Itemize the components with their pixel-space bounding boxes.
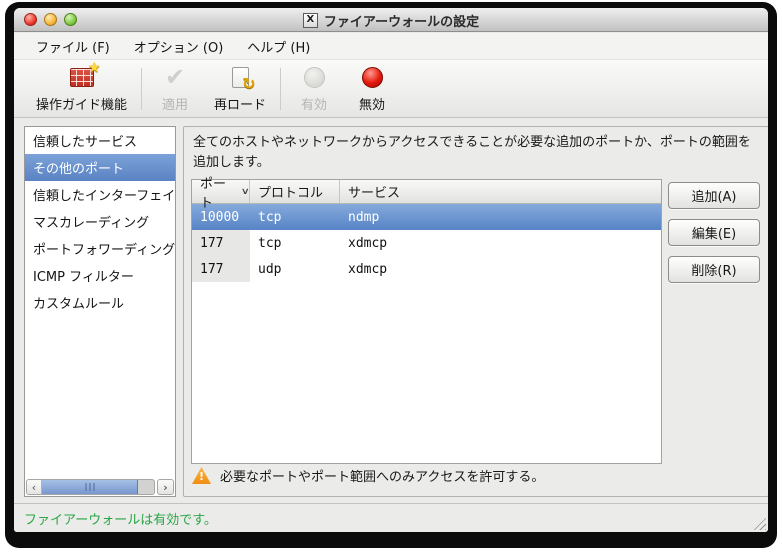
scrollbar-track[interactable]: ‹ (26, 479, 155, 495)
sidebar-item-masquerading[interactable]: マスカレーディング (25, 208, 175, 235)
toolbar: ★ 操作ガイド機能 ✔ 適用 ↻ 再ロード 有効 無効 (14, 59, 768, 118)
toolbar-separator (280, 68, 281, 110)
sort-desc-icon: ∨ (241, 187, 250, 197)
column-header-protocol[interactable]: プロトコル (250, 180, 340, 203)
panel-description: 全てのホストやネットワークからアクセスできることが必要な追加のポートか、ポートの… (193, 133, 760, 173)
menu-options[interactable]: オプション (O) (122, 33, 236, 59)
apply-check-icon: ✔ (165, 64, 185, 90)
warning-icon (192, 467, 211, 484)
table-header: ポート ∨ プロトコル サービス (192, 180, 661, 204)
thumb-grip-icon (85, 483, 94, 491)
table-row[interactable]: 10000 tcp ndmp (192, 204, 661, 230)
toolbar-separator (141, 68, 142, 110)
x11-app-icon: X (303, 13, 318, 28)
scrollbar-thumb[interactable] (42, 480, 138, 494)
scroll-left-arrow-icon[interactable]: ‹ (27, 480, 42, 494)
star-icon: ★ (88, 60, 101, 76)
action-buttons: 追加(A) 編集(E) 削除(R) (668, 182, 760, 293)
firewall-status-text: ファイアーウォールは有効です。 (24, 509, 217, 528)
warning-text: 必要なポートやポート範囲へのみアクセスを許可する。 (220, 466, 544, 485)
firewall-wizard-icon: ★ (70, 64, 94, 90)
menu-file[interactable]: ファイル (F) (24, 33, 122, 59)
toolbar-disable-button[interactable]: 無効 (343, 64, 401, 113)
sidebar-item-port-forwarding[interactable]: ポートフォワーディング (25, 235, 175, 262)
warning-row: 必要なポートやポート範囲へのみアクセスを許可する。 (192, 466, 544, 485)
toolbar-enable-button[interactable]: 有効 (285, 64, 343, 113)
sidebar-horizontal-scrollbar[interactable]: ‹ › (26, 479, 174, 495)
toolbar-wizard-button[interactable]: ★ 操作ガイド機能 (26, 64, 137, 113)
sidebar-item-other-ports[interactable]: その他のポート (25, 154, 175, 181)
menu-bar: ファイル (F) オプション (O) ヘルプ (H) (14, 33, 768, 59)
enable-circle-icon (304, 64, 325, 90)
title-group: X ファイアーウォールの設定 (14, 8, 768, 32)
table-row[interactable]: 177 udp xdmcp (192, 256, 661, 282)
resize-grip-icon[interactable] (752, 516, 766, 530)
add-button[interactable]: 追加(A) (668, 182, 760, 209)
screenshot-canvas: X ファイアーウォールの設定 ファイル (F) オプション (O) ヘルプ (H… (0, 0, 782, 554)
toolbar-reload-button[interactable]: ↻ 再ロード (204, 64, 276, 113)
sidebar-item-icmp-filter[interactable]: ICMP フィルター (25, 262, 175, 289)
edit-button[interactable]: 編集(E) (668, 219, 760, 246)
sidebar-item-custom-rules[interactable]: カスタムルール (25, 289, 175, 316)
other-ports-panel: 全てのホストやネットワークからアクセスできることが必要な追加のポートか、ポートの… (183, 126, 768, 497)
sidebar-item-trusted-interfaces[interactable]: 信頼したインターフェイス (25, 181, 175, 208)
content-area: 信頼したサービス その他のポート 信頼したインターフェイス マスカレーディング … (14, 119, 768, 503)
column-header-port[interactable]: ポート ∨ (192, 180, 250, 203)
ports-table: ポート ∨ プロトコル サービス 10000 tcp ndmp (191, 179, 662, 464)
reload-page-icon: ↻ (232, 64, 249, 90)
scroll-right-arrow-icon[interactable]: › (157, 479, 174, 495)
status-bar: ファイアーウォールは有効です。 (14, 503, 768, 532)
firewall-settings-window: X ファイアーウォールの設定 ファイル (F) オプション (O) ヘルプ (H… (14, 8, 768, 532)
sidebar-item-trusted-services[interactable]: 信頼したサービス (25, 127, 175, 154)
menu-help[interactable]: ヘルプ (H) (235, 33, 322, 59)
column-header-service[interactable]: サービス (340, 180, 661, 203)
toolbar-apply-button[interactable]: ✔ 適用 (146, 64, 204, 113)
window-title: ファイアーウォールの設定 (324, 11, 479, 30)
title-bar[interactable]: X ファイアーウォールの設定 (14, 8, 768, 32)
category-list: 信頼したサービス その他のポート 信頼したインターフェイス マスカレーディング … (24, 126, 176, 497)
disable-circle-icon (362, 64, 383, 90)
table-row[interactable]: 177 tcp xdmcp (192, 230, 661, 256)
delete-button[interactable]: 削除(R) (668, 256, 760, 283)
